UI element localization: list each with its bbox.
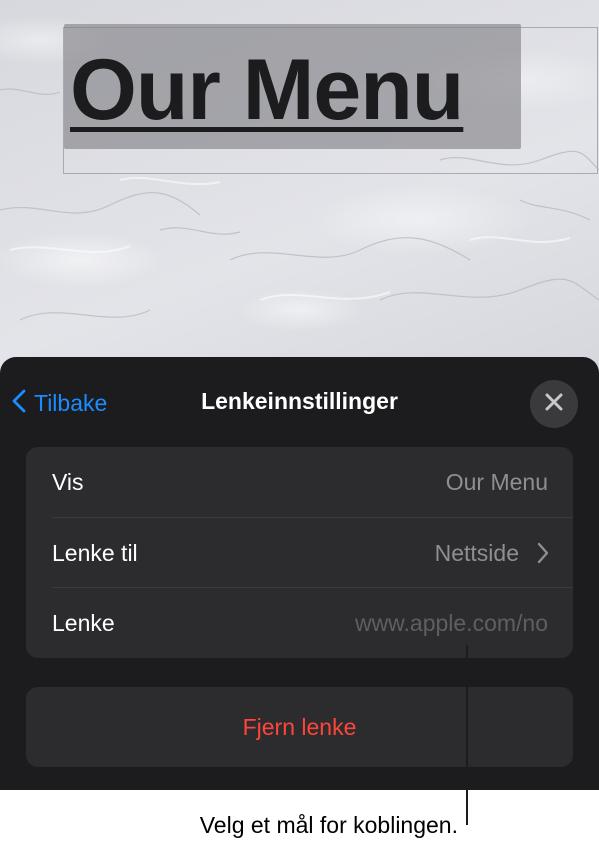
- callout-leader-line: [466, 645, 468, 825]
- menu-title-text[interactable]: Our Menu: [70, 40, 464, 140]
- link-to-label: Lenke til: [52, 539, 138, 566]
- close-icon: [545, 393, 563, 416]
- display-text-row[interactable]: Vis Our Menu: [26, 447, 573, 517]
- chevron-right-icon: [537, 542, 549, 569]
- remove-link-button[interactable]: Fjern lenke: [26, 687, 573, 767]
- link-to-value: Nettside: [434, 539, 519, 566]
- display-text-value: Our Menu: [445, 468, 548, 495]
- link-url-field[interactable]: www.apple.com/no: [355, 610, 548, 637]
- link-to-row[interactable]: Lenke til Nettside: [26, 518, 573, 588]
- callout-caption: Velg et mål for koblingen.: [199, 812, 458, 838]
- link-settings-group: Vis Our Menu Lenke til Nettside Lenke ww…: [26, 447, 573, 658]
- close-button[interactable]: [530, 380, 578, 428]
- sheet-title: Lenkeinnstillinger: [201, 388, 398, 414]
- link-url-row[interactable]: Lenke www.apple.com/no: [26, 588, 573, 658]
- link-url-label: Lenke: [52, 609, 115, 636]
- remove-link-label: Fjern lenke: [242, 713, 357, 740]
- display-text-label: Vis: [52, 468, 84, 495]
